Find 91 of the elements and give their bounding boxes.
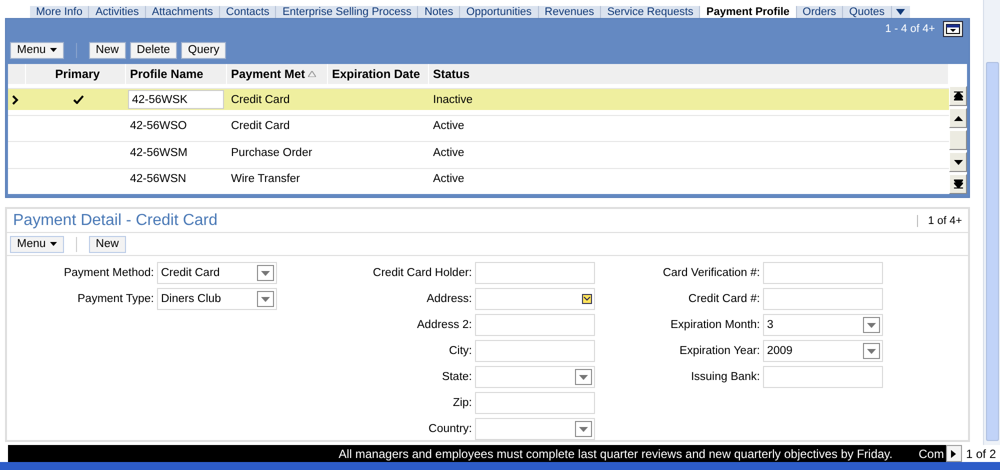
field-label: Country:	[428, 423, 472, 435]
caret-icon	[50, 242, 57, 246]
caret-icon	[50, 48, 57, 52]
field-label: Payment Method:	[62, 267, 154, 279]
field-label: City:	[448, 345, 472, 357]
message-page-count: 1 of 2	[964, 446, 997, 462]
tab[interactable]: Notes	[418, 6, 460, 18]
record-count: 1 of 4+	[917, 214, 962, 226]
down-arrow-icon	[954, 160, 962, 164]
caret-icon	[896, 9, 906, 15]
record-count: 1 - 4 of 4+	[885, 23, 935, 35]
input-field[interactable]	[763, 262, 883, 284]
dropdown-field[interactable]: 2009	[763, 340, 883, 362]
chevron-right-icon	[12, 94, 19, 105]
dropdown-field[interactable]: Diners Club	[157, 288, 277, 310]
field-label: Issuing Bank:	[690, 371, 760, 383]
toolbar-button[interactable]: Delete	[130, 42, 178, 58]
column-title: Status	[433, 67, 470, 81]
row-selector[interactable]	[8, 88, 26, 110]
tab[interactable]: Contacts	[220, 6, 276, 18]
column-title: Payment Met	[231, 67, 306, 81]
tab[interactable]: Enterprise Selling Process	[276, 6, 418, 18]
scroll-up-button[interactable]	[949, 108, 967, 128]
field-label: Address 2:	[416, 319, 472, 331]
menu-button[interactable]: Menu	[10, 236, 64, 252]
input-field[interactable]	[763, 366, 883, 388]
input-field[interactable]	[763, 288, 883, 310]
field-label: State:	[440, 371, 472, 383]
tab[interactable]: Revenues	[538, 6, 602, 18]
column-header[interactable]: Profile Name	[126, 64, 227, 84]
play-icon	[951, 450, 956, 458]
tab[interactable]: Attachments	[146, 6, 220, 18]
double-up-arrow-icon	[954, 91, 962, 101]
field-label: Credit Card Holder:	[372, 267, 472, 279]
column-header[interactable]: Status	[429, 64, 949, 84]
input-field[interactable]	[475, 288, 595, 310]
tab[interactable]: Service Requests	[601, 6, 700, 18]
next-message-button[interactable]	[946, 445, 962, 462]
scrollbar-thumb[interactable]	[986, 62, 998, 441]
field-label: Card Verification #:	[662, 267, 760, 279]
table-cell: Inactive	[429, 88, 949, 110]
input-field[interactable]	[475, 340, 595, 362]
column-title: Expiration Date	[332, 67, 420, 81]
checkmark-icon	[72, 95, 84, 104]
field-label: Credit Card #:	[687, 293, 760, 305]
dropdown-field[interactable]: Credit Card	[157, 262, 277, 284]
menu-button[interactable]: Menu	[10, 42, 64, 58]
input-field[interactable]: 42-56WSK	[128, 90, 224, 110]
double-down-arrow-icon	[954, 179, 962, 189]
ticker-message: Com	[918, 446, 944, 460]
field-label: Zip:	[452, 397, 472, 409]
field-label: Payment Type:	[76, 293, 154, 305]
scroll-down-button[interactable]	[949, 152, 967, 172]
column-header[interactable]: Primary	[26, 64, 126, 84]
scroll-top-button[interactable]	[949, 86, 967, 106]
column-title: Primary	[55, 67, 100, 81]
sort-icon	[308, 71, 316, 77]
column-header[interactable]: Expiration Date	[328, 64, 429, 84]
toolbar-button[interactable]: Query	[181, 42, 226, 58]
field-value: Diners Club	[161, 293, 222, 305]
input-field[interactable]	[475, 392, 595, 414]
input-field[interactable]	[475, 262, 595, 284]
tab[interactable]: Activities	[89, 6, 146, 18]
tab[interactable]: Orders	[796, 6, 844, 18]
column-header[interactable]: Payment Met	[227, 64, 328, 84]
column-title: Profile Name	[130, 67, 204, 81]
field-label: Expiration Year:	[678, 345, 760, 357]
dropdown-field[interactable]: 3	[763, 314, 883, 336]
page-scrollbar[interactable]	[983, 0, 1000, 445]
more-tabs-button[interactable]	[892, 6, 910, 18]
dropdown-field[interactable]	[475, 418, 595, 440]
dropdown-field[interactable]	[475, 366, 595, 388]
applet-title: Payment Detail - Credit Card	[13, 212, 218, 230]
up-arrow-icon	[954, 116, 962, 120]
input-field[interactable]	[475, 314, 595, 336]
layout-button[interactable]	[943, 21, 963, 37]
field-value: 2009	[767, 345, 793, 357]
toolbar-button[interactable]: New	[88, 42, 126, 58]
scroll-bottom-button[interactable]	[949, 174, 967, 194]
tab[interactable]: Opportunities	[460, 6, 539, 18]
field-value: Credit Card	[161, 267, 220, 279]
field-value: 3	[767, 319, 774, 331]
lookup-icon[interactable]	[582, 294, 592, 304]
toolbar-button[interactable]: New	[88, 236, 126, 252]
field-label: Address:	[426, 293, 472, 305]
tab[interactable]: More Info	[30, 6, 90, 18]
field-label: Expiration Month:	[670, 319, 760, 331]
table-cell: Credit Card	[227, 88, 328, 110]
window-icon	[946, 24, 960, 34]
ticker-message: All managers and employees must complete last quarter reviews and new quarterly objectives by Friday.	[338, 446, 893, 460]
tab[interactable]: Quotes	[843, 6, 892, 18]
